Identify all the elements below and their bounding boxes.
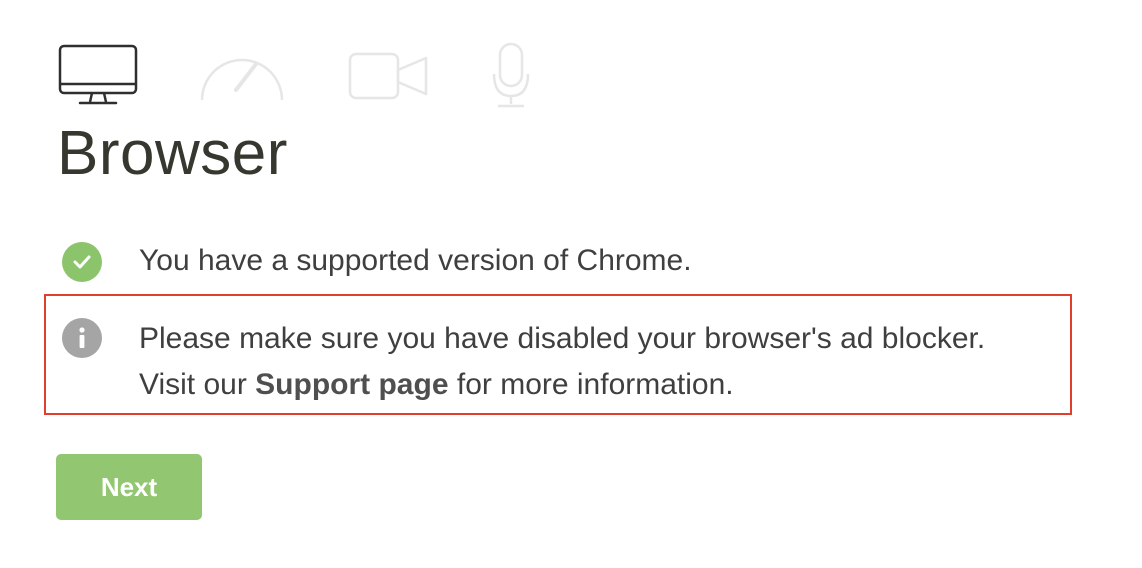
- video-camera-icon: [348, 40, 432, 106]
- browser-supported-status: You have a supported version of Chrome.: [62, 240, 692, 284]
- support-page-link[interactable]: Support page: [255, 368, 448, 401]
- adblock-notice-text: Please make sure you have disabled your …: [139, 316, 985, 408]
- adblock-notice-line1: Please make sure you have disabled your …: [139, 322, 986, 355]
- adblock-notice: Please make sure you have disabled your …: [62, 316, 985, 408]
- speedometer-icon: [198, 40, 286, 106]
- info-icon: [62, 318, 102, 358]
- microphone-icon: [490, 40, 534, 110]
- step-indicator: [58, 40, 558, 110]
- supported-version-text: You have a supported version of Chrome.: [139, 244, 692, 277]
- adblock-notice-line2: Visit our Support page for more informat…: [139, 362, 985, 408]
- support-prefix-text: Visit our: [139, 368, 247, 401]
- support-suffix-text: for more information.: [456, 368, 734, 401]
- next-button[interactable]: Next: [56, 454, 202, 520]
- monitor-icon: [58, 40, 138, 106]
- checkmark-icon: [62, 242, 102, 282]
- page-title: Browser: [57, 119, 288, 188]
